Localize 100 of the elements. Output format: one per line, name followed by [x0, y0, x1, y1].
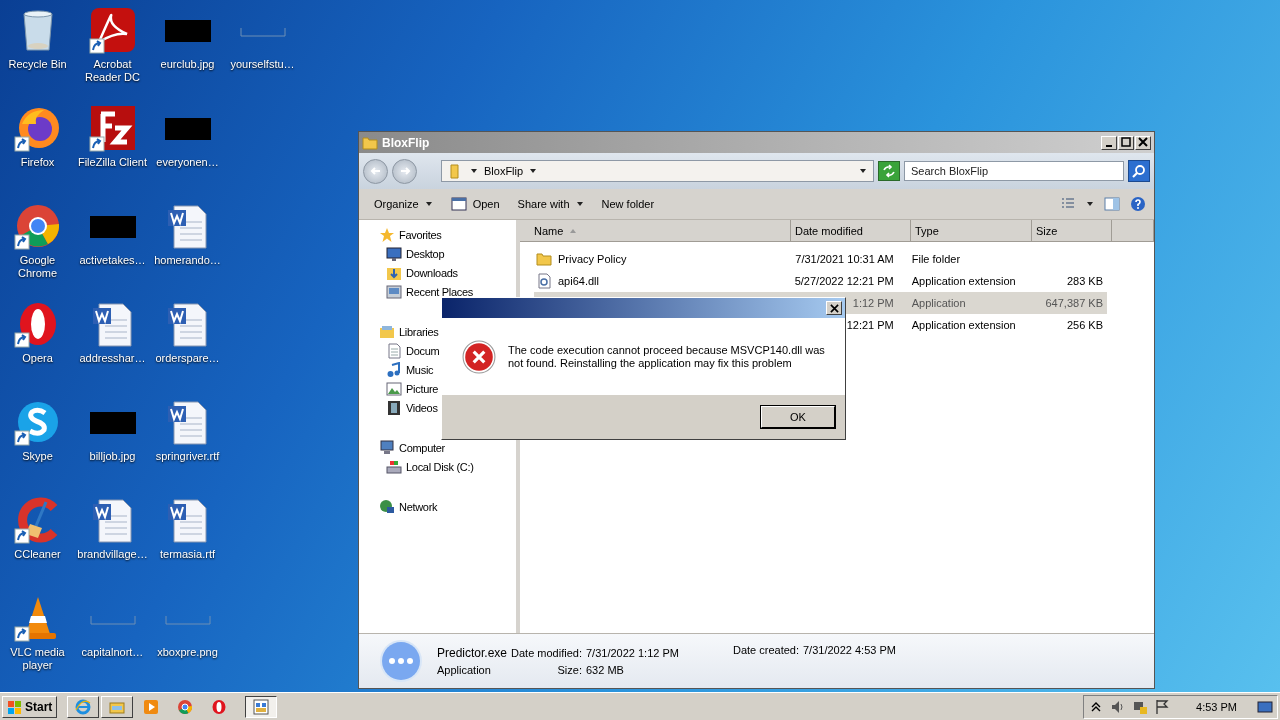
desktop-icon-label[interactable]: termasia.rtf — [160, 548, 215, 561]
column-header[interactable]: Size — [1032, 220, 1112, 242]
caret-icon[interactable] — [1086, 200, 1094, 208]
document-icon — [386, 342, 402, 359]
close-icon — [829, 303, 839, 313]
caret-icon — [470, 167, 478, 175]
flag-icon[interactable] — [1154, 698, 1171, 715]
file-row[interactable]: Privacy Policy 7/31/2021 10:31 AM File folder — [534, 248, 1107, 270]
close-button[interactable] — [1135, 135, 1151, 150]
left-arrow-icon — [369, 165, 382, 177]
search-field[interactable]: Search BloxFlip — [904, 161, 1124, 181]
toolbar-button[interactable]: New folder — [596, 196, 660, 212]
browser-logo-icon[interactable] — [13, 202, 62, 250]
desktop-icon-label[interactable]: eurclub.jpg — [160, 58, 215, 71]
nav-item[interactable]: Desktop — [406, 247, 445, 260]
quick-launch-button[interactable] — [67, 695, 100, 718]
desktop-icon-label[interactable]: CCleaner — [14, 548, 61, 561]
maximize-icon — [1121, 136, 1131, 147]
header-filler — [1112, 220, 1154, 242]
ok-button[interactable]: OK — [761, 406, 835, 428]
minimize-icon — [1106, 144, 1112, 147]
desktop-icon-label[interactable]: springriver.rtf — [155, 450, 220, 463]
pdf-logo-icon[interactable] — [88, 6, 137, 54]
generic-app-icon — [379, 639, 423, 683]
file-gear-icon — [536, 273, 552, 289]
nav-item[interactable]: Computer — [399, 441, 445, 454]
nav-item[interactable]: Local Disk (C:) — [406, 460, 474, 473]
browser-logo-icon — [177, 698, 194, 715]
property-value: 7/31/2022 1:12 PM — [586, 646, 679, 659]
close-button[interactable] — [826, 301, 842, 315]
column-header[interactable]: Type — [911, 220, 1032, 242]
back-button[interactable] — [363, 158, 388, 184]
refresh-button[interactable] — [878, 161, 900, 181]
show-desktop-icon[interactable] — [1257, 698, 1273, 715]
browser-e-icon — [75, 698, 92, 715]
help-icon[interactable] — [1130, 196, 1146, 212]
ftp-logo-icon[interactable] — [88, 104, 137, 152]
forward-button[interactable] — [392, 158, 417, 184]
nav-item[interactable]: Favorites — [399, 228, 442, 241]
search-button[interactable] — [1128, 160, 1150, 182]
window-title: BloxFlip — [382, 135, 430, 150]
desktop-icon-label[interactable]: xboxpre.png — [157, 646, 218, 659]
desktop-icon-label[interactable]: Firefox — [20, 156, 55, 169]
desktop-icon-label[interactable]: brandvillage… — [77, 548, 148, 561]
quick-launch-button[interactable] — [101, 695, 134, 718]
start-button[interactable]: Start — [2, 695, 58, 718]
file-name: Predictor.exe — [437, 646, 508, 660]
file-row[interactable]: api64.dll 5/27/2022 12:21 PM Application extension 283 KB — [534, 270, 1107, 292]
desktop-icon-label[interactable]: Google Chrome — [0, 254, 75, 280]
right-arrow-icon — [398, 165, 411, 177]
folder-icon — [362, 134, 378, 151]
desktop-icon-label[interactable]: billjob.jpg — [89, 450, 136, 463]
desktop-icon-label[interactable]: Recycle Bin — [8, 58, 67, 71]
clock[interactable]: 4:53 PM — [1196, 700, 1237, 713]
caret-icon — [529, 167, 538, 175]
desktop-icon-label[interactable]: homerando… — [154, 254, 221, 267]
nav-item[interactable]: Libraries — [399, 325, 439, 338]
desktop-icon-label[interactable]: Opera — [22, 352, 53, 365]
nav-item[interactable]: Recent Places — [406, 285, 474, 298]
nav-item[interactable]: Music — [406, 363, 434, 376]
desktop-icon-label[interactable]: FileZilla Client — [77, 156, 148, 169]
refresh-arrows-icon — [882, 164, 896, 178]
nav-item[interactable]: Downloads — [406, 266, 458, 279]
nav-item[interactable]: Network — [399, 500, 438, 513]
file-type: Application — [437, 664, 492, 676]
desktop-icon-label[interactable]: yourselfstu… — [230, 58, 295, 71]
window-icon — [450, 196, 467, 212]
desktop-icon-label[interactable]: activetakes… — [79, 254, 146, 267]
film-icon — [386, 399, 402, 416]
desktop-icon-label[interactable]: Acrobat Reader DC — [75, 58, 150, 84]
search-icon — [1132, 164, 1146, 178]
address-field[interactable]: BloxFlip — [441, 160, 874, 182]
column-header[interactable]: Name — [520, 220, 791, 242]
taskbar-window-button[interactable] — [245, 695, 278, 718]
minimize-button[interactable] — [1101, 135, 1117, 150]
desktop-icon-label[interactable]: orderspare… — [155, 352, 220, 365]
toolbar-button[interactable]: Share with — [512, 196, 589, 212]
nav-item[interactable]: Docum — [406, 344, 440, 357]
error-message: The code execution cannot proceed because MSVCP140.dll was not found. Reinstalling the application may fix this problem — [508, 343, 825, 370]
library-icon — [379, 323, 395, 340]
letter-o-logo-icon — [211, 698, 228, 715]
toolbar-button[interactable]: Organize — [369, 196, 438, 212]
maximize-button[interactable] — [1118, 135, 1134, 150]
monitor-icon — [386, 245, 402, 262]
folder-icon — [536, 251, 552, 267]
desktop-icon-label[interactable]: everyonen… — [156, 156, 219, 169]
dropdown-caret-icon[interactable] — [859, 167, 867, 175]
windows-flag-icon — [7, 698, 23, 715]
toolbar-button[interactable]: Open — [445, 194, 505, 214]
nav-item[interactable]: Videos — [406, 401, 438, 414]
property-label: Size: — [556, 663, 582, 676]
column-header[interactable]: Date modified — [791, 220, 911, 242]
desktop-icon-label[interactable]: addresshar… — [79, 352, 146, 365]
nav-item[interactable]: Picture — [406, 382, 439, 395]
desktop-icon-label[interactable]: Skype — [22, 450, 53, 463]
caret-icon — [424, 200, 433, 208]
desktop-icon-label[interactable]: VLC media player — [0, 646, 75, 672]
error-icon — [462, 339, 496, 374]
desktop-icon-label[interactable]: capitalnort… — [81, 646, 144, 659]
breadcrumb-item[interactable]: BloxFlip — [484, 165, 524, 177]
